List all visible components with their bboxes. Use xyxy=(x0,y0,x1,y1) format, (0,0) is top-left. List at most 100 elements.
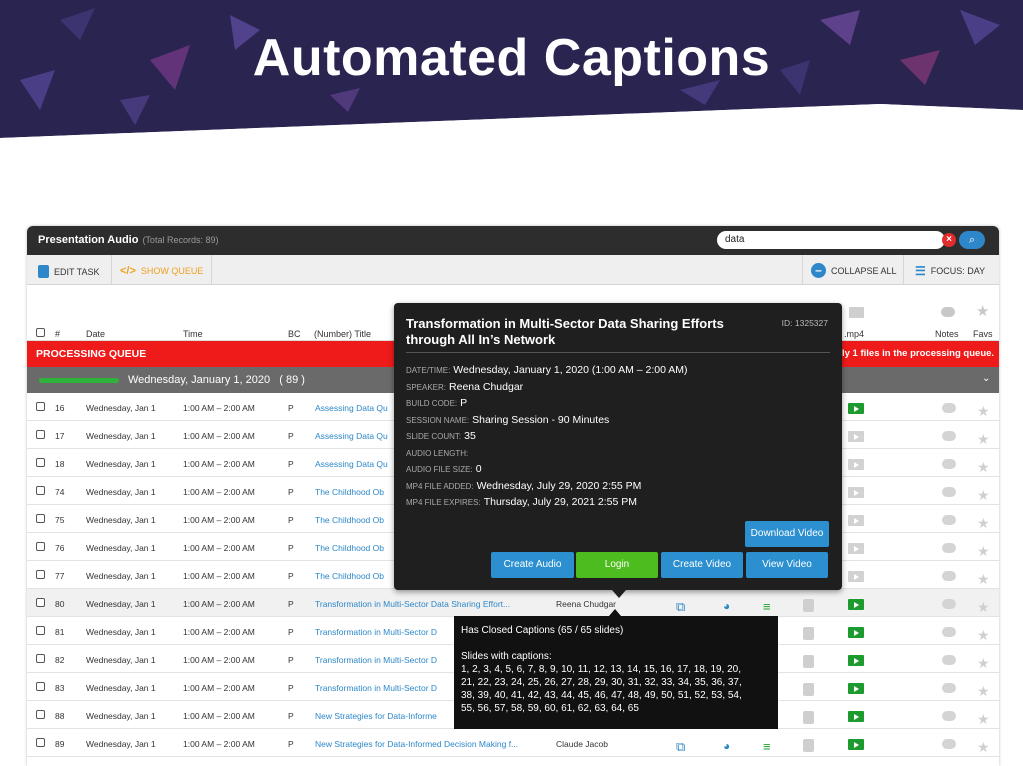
col-favs[interactable]: Favs xyxy=(973,329,993,339)
video-icon[interactable] xyxy=(848,627,864,638)
row-title-link[interactable]: Transformation in Multi-Sector D xyxy=(315,627,437,637)
star-icon[interactable]: ★ xyxy=(977,739,990,756)
video-icon[interactable] xyxy=(848,543,864,554)
notes-icon[interactable] xyxy=(942,487,956,497)
star-icon[interactable]: ★ xyxy=(977,543,990,560)
music-note-icon[interactable] xyxy=(803,711,814,724)
video-icon[interactable] xyxy=(848,599,864,610)
show-queue-button[interactable]: </> SHOW QUEUE xyxy=(120,265,203,277)
star-icon[interactable]: ★ xyxy=(977,403,990,420)
notes-icon[interactable] xyxy=(942,711,956,721)
clear-search-icon[interactable]: × xyxy=(942,233,956,247)
col-bc[interactable]: BC xyxy=(288,329,301,339)
row-checkbox[interactable] xyxy=(36,738,45,747)
video-icon[interactable] xyxy=(848,655,864,666)
captions-icon[interactable]: ≡ xyxy=(763,739,771,754)
col-date[interactable]: Date xyxy=(86,329,105,339)
star-icon[interactable]: ★ xyxy=(977,599,990,616)
captions-icon[interactable]: ≡ xyxy=(763,599,771,614)
video-icon[interactable] xyxy=(848,403,864,414)
col-title[interactable]: (Number) Title xyxy=(314,329,371,339)
star-icon[interactable]: ★ xyxy=(977,571,990,588)
row-checkbox[interactable] xyxy=(36,514,45,523)
create-video-button[interactable]: Create Video xyxy=(661,552,743,578)
slides-icon[interactable]: ⧉ xyxy=(676,739,685,755)
row-title-link[interactable]: Assessing Data Qu xyxy=(315,431,388,441)
row-checkbox[interactable] xyxy=(36,458,45,467)
notes-icon[interactable] xyxy=(942,599,956,609)
focus-day-button[interactable]: ☰ FOCUS: DAY xyxy=(915,264,985,278)
notes-icon[interactable] xyxy=(942,739,956,749)
row-title-link[interactable]: Transformation in Multi-Sector D xyxy=(315,683,437,693)
music-note-icon[interactable] xyxy=(803,599,814,612)
audio-icon[interactable]: ◕ xyxy=(723,599,730,613)
row-checkbox[interactable] xyxy=(36,598,45,607)
music-note-icon[interactable] xyxy=(803,683,814,696)
collapse-all-button[interactable]: – COLLAPSE ALL xyxy=(811,263,897,278)
star-icon[interactable]: ★ xyxy=(977,431,990,448)
chevron-down-icon[interactable]: ⌄ xyxy=(982,373,990,384)
table-row[interactable]: 89 Wednesday, Jan 1 1:00 AM – 2:00 AM P New … xyxy=(27,729,999,757)
video-icon[interactable] xyxy=(848,431,864,442)
music-note-icon[interactable] xyxy=(803,739,814,752)
row-title-link[interactable]: New Strategies for Data-Informed Decisio… xyxy=(315,739,518,749)
video-icon[interactable] xyxy=(848,515,864,526)
audio-icon[interactable]: ◕ xyxy=(723,739,730,753)
video-icon[interactable] xyxy=(848,683,864,694)
star-icon[interactable]: ★ xyxy=(977,515,990,532)
edit-task-button[interactable]: EDIT TASK xyxy=(38,265,100,278)
notes-icon[interactable] xyxy=(942,655,956,665)
star-icon[interactable]: ★ xyxy=(977,683,990,700)
view-video-button[interactable]: View Video xyxy=(746,552,828,578)
row-title-link[interactable]: The Childhood Ob xyxy=(315,571,384,581)
row-checkbox[interactable] xyxy=(36,570,45,579)
col-mp4[interactable]: .mp4 xyxy=(844,329,864,339)
notes-icon[interactable] xyxy=(942,627,956,637)
row-title-link[interactable]: Assessing Data Qu xyxy=(315,403,388,413)
row-checkbox[interactable] xyxy=(36,486,45,495)
row-title-link[interactable]: Assessing Data Qu xyxy=(315,459,388,469)
star-icon[interactable]: ★ xyxy=(977,627,990,644)
notes-icon[interactable] xyxy=(942,571,956,581)
video-icon[interactable] xyxy=(848,711,864,722)
col-time[interactable]: Time xyxy=(183,329,203,339)
row-title-link[interactable]: The Childhood Ob xyxy=(315,515,384,525)
video-icon[interactable] xyxy=(848,459,864,470)
notes-icon[interactable] xyxy=(942,459,956,469)
download-video-button[interactable]: Download Video xyxy=(745,521,829,547)
row-checkbox[interactable] xyxy=(36,542,45,551)
star-icon[interactable]: ★ xyxy=(977,487,990,504)
star-icon[interactable]: ★ xyxy=(977,459,990,476)
row-title-link[interactable]: Transformation in Multi-Sector D xyxy=(315,655,437,665)
row-title-link[interactable]: New Strategies for Data-Informe xyxy=(315,711,437,721)
row-checkbox[interactable] xyxy=(36,654,45,663)
row-checkbox[interactable] xyxy=(36,430,45,439)
row-title-link[interactable]: Transformation in Multi-Sector Data Shar… xyxy=(315,599,510,609)
notes-icon[interactable] xyxy=(942,403,956,413)
notes-icon[interactable] xyxy=(942,515,956,525)
row-title-link[interactable]: The Childhood Ob xyxy=(315,487,384,497)
notes-icon[interactable] xyxy=(942,543,956,553)
table-row[interactable]: 80 Wednesday, Jan 1 1:00 AM – 2:00 AM P Tran… xyxy=(27,589,999,617)
select-all-checkbox[interactable] xyxy=(36,328,45,337)
row-checkbox[interactable] xyxy=(36,682,45,691)
notes-icon[interactable] xyxy=(942,683,956,693)
login-button[interactable]: Login xyxy=(576,552,658,578)
row-title-link[interactable]: The Childhood Ob xyxy=(315,543,384,553)
col-num[interactable]: # xyxy=(55,329,60,339)
music-note-icon[interactable] xyxy=(803,655,814,668)
col-notes[interactable]: Notes xyxy=(935,329,959,339)
slides-icon[interactable]: ⧉ xyxy=(676,599,685,615)
search-button[interactable]: ⌕ xyxy=(959,231,985,249)
notes-icon[interactable] xyxy=(942,431,956,441)
star-icon[interactable]: ★ xyxy=(977,711,990,728)
search-input[interactable]: data xyxy=(717,231,945,249)
video-icon[interactable] xyxy=(848,571,864,582)
row-checkbox[interactable] xyxy=(36,710,45,719)
video-icon[interactable] xyxy=(848,487,864,498)
star-icon[interactable]: ★ xyxy=(977,655,990,672)
row-checkbox[interactable] xyxy=(36,626,45,635)
video-icon[interactable] xyxy=(848,739,864,750)
row-checkbox[interactable] xyxy=(36,402,45,411)
music-note-icon[interactable] xyxy=(803,627,814,640)
